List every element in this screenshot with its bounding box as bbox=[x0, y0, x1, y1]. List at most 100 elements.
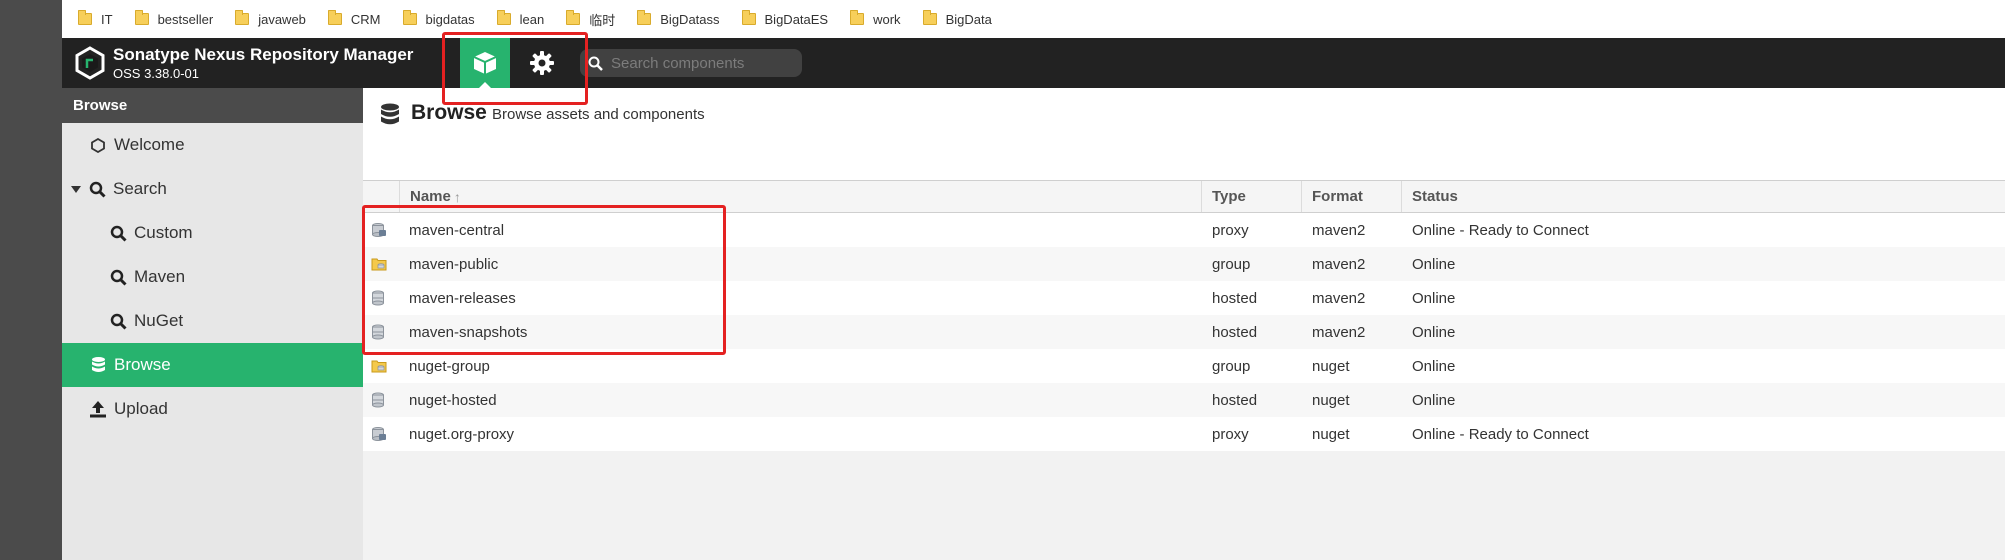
column-header-type[interactable]: Type bbox=[1201, 181, 1301, 212]
bookmark-label: work bbox=[873, 11, 901, 27]
group-repo-icon bbox=[371, 349, 391, 383]
repo-name-cell: nuget.org-proxy bbox=[409, 425, 515, 443]
repo-type-cell: hosted bbox=[1212, 391, 1258, 409]
repo-type-cell: hosted bbox=[1212, 323, 1258, 341]
repo-name-cell: nuget-hosted bbox=[409, 391, 497, 409]
sidebar-item-search[interactable]: Search bbox=[62, 167, 363, 211]
repo-format-cell: maven2 bbox=[1312, 323, 1366, 341]
sidebar-header: Browse bbox=[62, 88, 363, 123]
table-row[interactable]: maven-releases hosted maven2 Online bbox=[363, 281, 2005, 315]
folder-icon bbox=[566, 10, 581, 25]
group-repo-icon bbox=[371, 247, 391, 281]
database-icon bbox=[88, 356, 108, 374]
search-box[interactable] bbox=[580, 49, 802, 77]
folder-icon bbox=[235, 10, 250, 25]
grid-header: Name ↑ Type Format Status bbox=[363, 180, 2005, 213]
sidebar-item-nuget[interactable]: NuGet bbox=[62, 299, 363, 343]
bookmark-lean[interactable]: lean bbox=[496, 10, 544, 27]
table-row[interactable]: maven-snapshots hosted maven2 Online bbox=[363, 315, 2005, 349]
bookmark-temp[interactable]: 临时 bbox=[566, 10, 615, 29]
bookmark-bigdatas[interactable]: bigdatas bbox=[402, 10, 475, 27]
bookmark-label: 临时 bbox=[589, 12, 616, 28]
bookmark-crm[interactable]: CRM bbox=[327, 10, 381, 27]
bookmark-bestseller[interactable]: bestseller bbox=[134, 10, 214, 27]
folder-icon bbox=[922, 10, 937, 25]
sidebar-item-label: Maven bbox=[134, 267, 186, 286]
repo-name-cell: maven-public bbox=[409, 255, 499, 273]
sidebar-item-label: Search bbox=[113, 179, 167, 198]
sidebar-item-label: Custom bbox=[134, 223, 193, 242]
column-header-format[interactable]: Format bbox=[1301, 181, 1401, 212]
folder-icon bbox=[496, 10, 511, 25]
folder-icon bbox=[637, 10, 652, 25]
browse-mode-button[interactable] bbox=[460, 38, 510, 88]
top-header: Sonatype Nexus Repository Manager OSS 3.… bbox=[62, 38, 2005, 88]
sidebar-item-upload[interactable]: Upload bbox=[62, 387, 363, 431]
page-header: Browse Browse assets and components bbox=[363, 88, 2005, 180]
bookmark-label: BigData bbox=[945, 11, 992, 27]
bookmark-label: CRM bbox=[350, 11, 381, 27]
caret-down-icon bbox=[71, 185, 81, 193]
repo-status-cell: Online bbox=[1412, 289, 1456, 307]
bookmark-bigdata[interactable]: BigData bbox=[922, 10, 992, 27]
hosted-repo-icon bbox=[371, 383, 391, 417]
repo-status-cell: Online - Ready to Connect bbox=[1412, 425, 1589, 443]
repo-status-cell: Online bbox=[1412, 323, 1456, 341]
repo-name-cell: nuget-group bbox=[409, 357, 490, 375]
nexus-logo-icon[interactable] bbox=[74, 46, 106, 80]
folder-icon bbox=[402, 10, 417, 25]
gear-icon bbox=[530, 51, 554, 75]
repo-type-cell: group bbox=[1212, 357, 1251, 375]
bookmark-javaweb[interactable]: javaweb bbox=[235, 10, 306, 27]
bookmark-label: bestseller bbox=[157, 11, 214, 27]
main-panel: Browse Browse assets and components Name… bbox=[363, 88, 2005, 560]
app-title: Sonatype Nexus Repository Manager bbox=[113, 45, 414, 64]
bookmark-label: bigdatas bbox=[425, 11, 475, 27]
page-title: Browse bbox=[411, 101, 487, 124]
bookmark-it[interactable]: IT bbox=[78, 10, 113, 27]
sidebar-item-welcome[interactable]: Welcome bbox=[62, 123, 363, 167]
sidebar-item-label: Browse bbox=[114, 355, 171, 374]
folder-icon bbox=[850, 10, 865, 25]
column-header-name[interactable]: Name ↑ bbox=[399, 181, 1235, 212]
folder-icon bbox=[327, 10, 342, 25]
folder-icon bbox=[741, 10, 756, 25]
administration-button[interactable] bbox=[517, 38, 567, 88]
proxy-repo-icon bbox=[371, 417, 391, 451]
sort-ascending-icon: ↑ bbox=[453, 188, 461, 205]
repo-format-cell: nuget bbox=[1312, 425, 1350, 443]
table-row[interactable]: nuget.org-proxy proxy nuget Online - Ready … bbox=[363, 417, 2005, 451]
repository-grid: Name ↑ Type Format Status maven-central p… bbox=[363, 180, 2005, 451]
repo-format-cell: maven2 bbox=[1312, 255, 1366, 273]
bookmark-work[interactable]: work bbox=[850, 10, 901, 27]
app-version: OSS 3.38.0-01 bbox=[113, 66, 199, 81]
proxy-repo-icon bbox=[371, 213, 391, 247]
bookmark-label: javaweb bbox=[258, 11, 306, 27]
repo-status-cell: Online bbox=[1412, 357, 1456, 375]
search-input[interactable] bbox=[611, 54, 791, 72]
table-row[interactable]: maven-central proxy maven2 Online - Ready t… bbox=[363, 213, 2005, 247]
repo-name-cell: maven-releases bbox=[409, 289, 516, 307]
sidebar-item-custom[interactable]: Custom bbox=[62, 211, 363, 255]
left-window-strip bbox=[0, 0, 62, 560]
cube-icon bbox=[473, 52, 497, 74]
hosted-repo-icon bbox=[371, 315, 391, 349]
repo-type-cell: proxy bbox=[1212, 425, 1249, 443]
sidebar-item-label: NuGet bbox=[134, 311, 184, 330]
folder-icon bbox=[78, 10, 92, 25]
sidebar: Browse Welcome Search Custom Maven NuGet bbox=[62, 88, 363, 560]
repo-format-cell: nuget bbox=[1312, 391, 1350, 409]
table-row[interactable]: maven-public group maven2 Online bbox=[363, 247, 2005, 281]
table-row[interactable]: nuget-hosted hosted nuget Online bbox=[363, 383, 2005, 417]
repo-format-cell: maven2 bbox=[1312, 289, 1366, 307]
column-header-status[interactable]: Status bbox=[1401, 181, 2005, 212]
bookmark-bigdatass[interactable]: BigDatass bbox=[637, 10, 720, 27]
hexagon-icon bbox=[88, 137, 108, 153]
sidebar-item-browse[interactable]: Browse bbox=[62, 343, 363, 387]
repo-name-cell: maven-central bbox=[409, 221, 505, 239]
bookmark-bigdataes[interactable]: BigDataES bbox=[741, 10, 828, 27]
repo-name-cell: maven-snapshots bbox=[409, 323, 528, 341]
table-row[interactable]: nuget-group group nuget Online bbox=[363, 349, 2005, 383]
page-subtitle: Browse assets and components bbox=[492, 106, 705, 123]
sidebar-item-maven[interactable]: Maven bbox=[62, 255, 363, 299]
